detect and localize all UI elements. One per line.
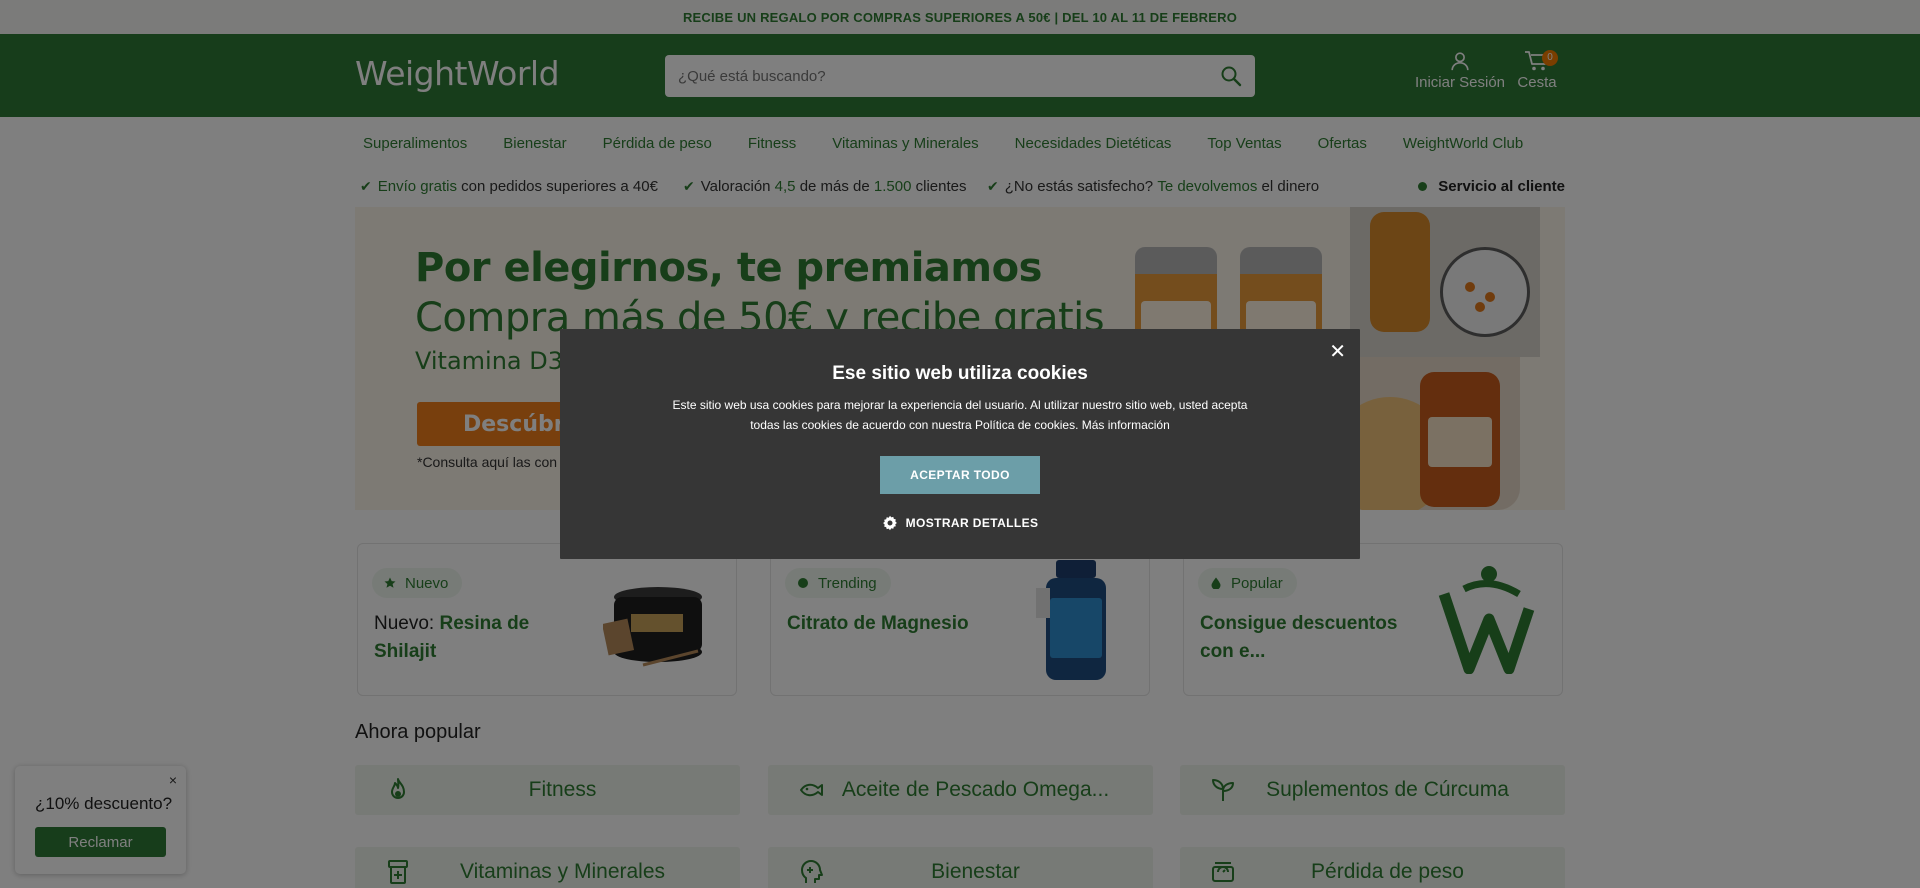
gear-icon <box>882 515 897 531</box>
cookie-modal-body: Este sitio web usa cookies para mejorar … <box>672 398 1248 432</box>
accept-all-button[interactable]: ACEPTAR TODO <box>880 456 1040 494</box>
cookie-consent-modal: ✕ Ese sitio web utiliza cookies Este sit… <box>560 329 1360 559</box>
close-icon[interactable]: ✕ <box>1329 339 1346 364</box>
show-details-label: MOSTRAR DETALLES <box>905 516 1039 530</box>
show-details-button[interactable]: MOSTRAR DETALLES <box>560 515 1360 531</box>
cookie-modal-title: Ese sitio web utiliza cookies <box>832 363 1088 384</box>
